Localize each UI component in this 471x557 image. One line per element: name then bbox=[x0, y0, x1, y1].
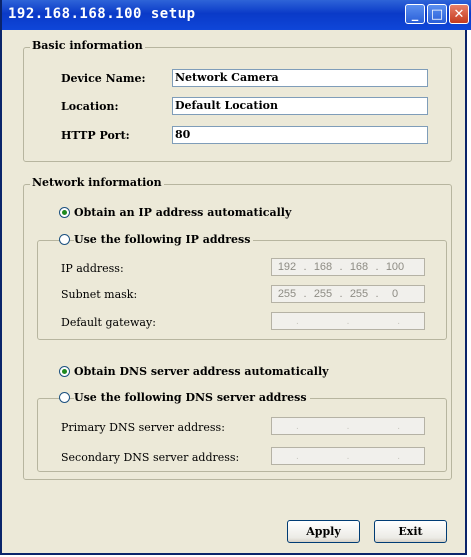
device-name-field[interactable]: Network Camera bbox=[172, 69, 428, 87]
exit-button[interactable]: Exit bbox=[374, 520, 447, 543]
apply-button[interactable]: Apply bbox=[287, 520, 360, 543]
setup-window: 192.168.168.100 setup _ □ ✕ Basic inform… bbox=[0, 0, 471, 555]
ip-address-label: IP address: bbox=[61, 262, 124, 275]
primary-dns-label: Primary DNS server address: bbox=[61, 421, 225, 434]
basic-info-legend: Basic information bbox=[30, 39, 145, 52]
obtain-ip-auto-radio[interactable] bbox=[59, 207, 70, 218]
maximize-icon: □ bbox=[430, 6, 444, 22]
maximize-button[interactable]: □ bbox=[427, 4, 447, 24]
secondary-dns-field: ... bbox=[271, 447, 425, 465]
subnet-mask-field: 255. 255. 255. 0 bbox=[271, 285, 425, 303]
secondary-dns-separators: ... bbox=[295, 450, 401, 462]
use-static-ip-radio[interactable] bbox=[59, 234, 70, 245]
subnet-octet: 255 bbox=[313, 288, 333, 300]
use-static-dns-radio[interactable] bbox=[59, 392, 70, 403]
ip-octet: 100 bbox=[385, 261, 405, 273]
ip-octet: 192 bbox=[277, 261, 297, 273]
subnet-octet: 255 bbox=[349, 288, 369, 300]
close-icon: ✕ bbox=[453, 6, 465, 22]
gateway-separators: ... bbox=[295, 315, 401, 327]
use-static-ip-label[interactable]: Use the following IP address bbox=[74, 233, 254, 246]
network-info-legend: Network information bbox=[30, 176, 164, 189]
http-port-label: HTTP Port: bbox=[61, 129, 130, 142]
location-label: Location: bbox=[61, 100, 119, 113]
minimize-button[interactable]: _ bbox=[405, 4, 425, 24]
subnet-mask-label: Subnet mask: bbox=[61, 288, 138, 301]
http-port-field[interactable]: 80 bbox=[172, 126, 428, 144]
default-gateway-field: ... bbox=[271, 312, 425, 330]
title-bar[interactable]: 192.168.168.100 setup _ □ ✕ bbox=[2, 0, 471, 30]
obtain-dns-auto-radio[interactable] bbox=[59, 366, 70, 377]
subnet-octet: 255 bbox=[277, 288, 297, 300]
minimize-icon: _ bbox=[411, 6, 419, 22]
ip-octet: 168 bbox=[313, 261, 333, 273]
ip-octet: 168 bbox=[349, 261, 369, 273]
close-button[interactable]: ✕ bbox=[449, 4, 469, 24]
default-gateway-label: Default gateway: bbox=[61, 316, 156, 329]
ip-address-field: 192. 168. 168. 100 bbox=[271, 258, 425, 276]
primary-dns-field: ... bbox=[271, 417, 425, 435]
subnet-octet: 0 bbox=[391, 288, 399, 300]
obtain-ip-auto-label[interactable]: Obtain an IP address automatically bbox=[74, 206, 291, 219]
primary-dns-separators: ... bbox=[295, 420, 401, 432]
location-field[interactable]: Default Location bbox=[172, 97, 428, 115]
use-static-dns-label[interactable]: Use the following DNS server address bbox=[74, 391, 310, 404]
secondary-dns-label: Secondary DNS server address: bbox=[61, 451, 240, 464]
device-name-label: Device Name: bbox=[61, 72, 146, 85]
window-title: 192.168.168.100 setup bbox=[8, 6, 196, 22]
obtain-dns-auto-label[interactable]: Obtain DNS server address automatically bbox=[74, 365, 329, 378]
